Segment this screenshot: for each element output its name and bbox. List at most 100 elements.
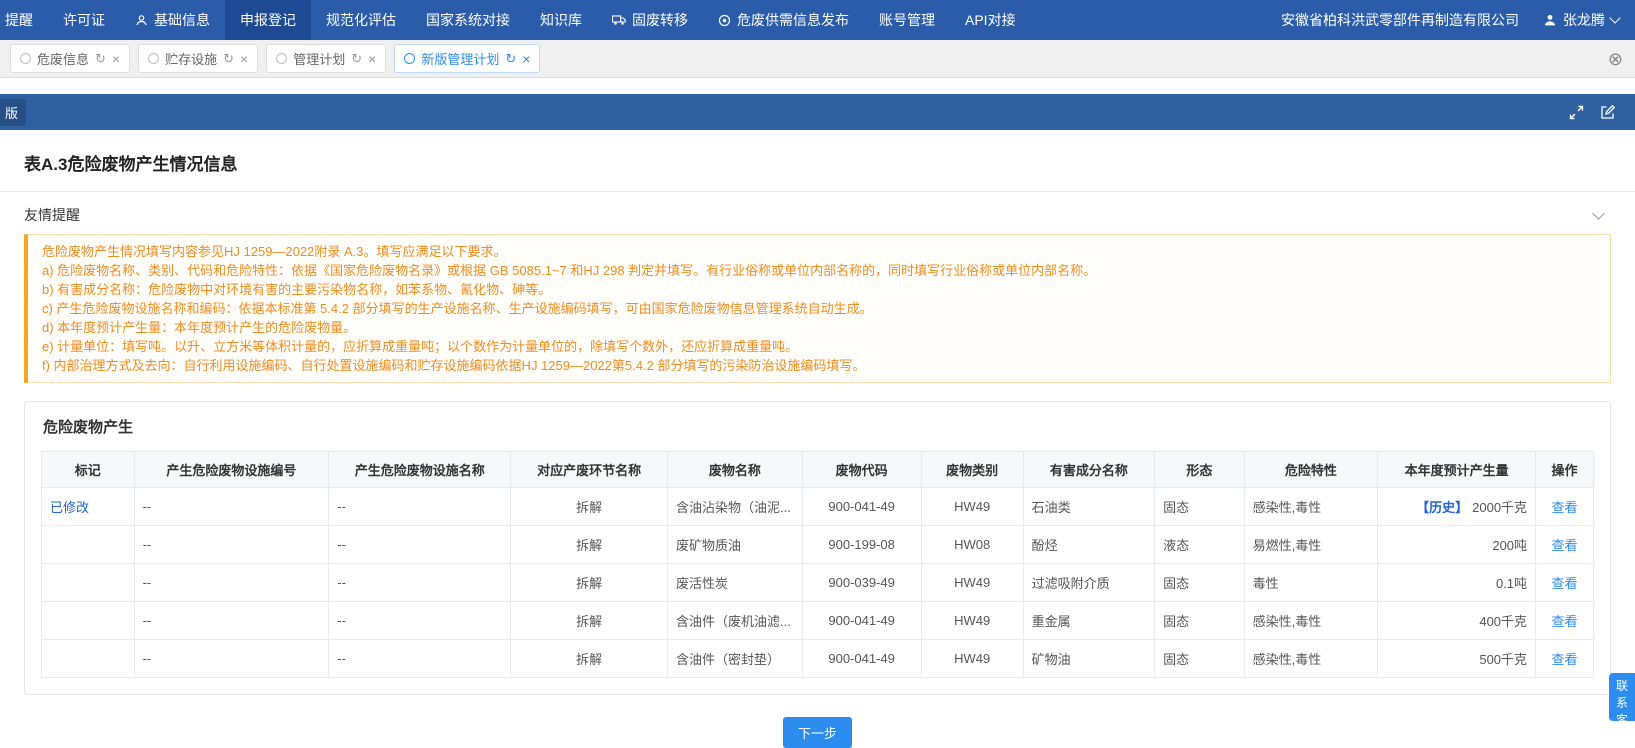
history-link[interactable]: 【历史】 xyxy=(1416,500,1468,515)
cell-hazard: 毒性 xyxy=(1244,564,1378,602)
nav-item-declaration[interactable]: 申报登记 xyxy=(225,0,311,40)
nav-item-label: 国家系统对接 xyxy=(426,10,510,30)
notice-line: e) 计量单位：填写吨。以升、立方米等体积计量的，应折算成重量吨；以个数作为计量… xyxy=(42,337,1596,356)
close-icon[interactable]: × xyxy=(112,52,120,66)
nav-item-reminder[interactable]: 提醒 xyxy=(0,0,48,40)
nav-item-hazwaste-supply-demand[interactable]: 危废供需信息发布 xyxy=(703,0,864,40)
nav-item-label: 危废供需信息发布 xyxy=(737,10,849,30)
refresh-icon[interactable]: ↻ xyxy=(351,52,362,65)
view-link[interactable]: 查看 xyxy=(1552,652,1578,667)
cell-harmful-component: 过滤吸附介质 xyxy=(1023,564,1155,602)
cell-stage: 拆解 xyxy=(511,488,668,526)
notice-header: 友情提醒 xyxy=(0,192,1635,234)
tab-label: 危废信息 xyxy=(37,49,89,68)
close-icon[interactable]: × xyxy=(240,52,248,66)
cell-action: 查看 xyxy=(1536,640,1594,678)
column-header: 有害成分名称 xyxy=(1023,452,1155,488)
notice-title: 友情提醒 xyxy=(24,205,80,225)
nav-item-standardization-assessment[interactable]: 规范化评估 xyxy=(311,0,411,40)
cell-mark xyxy=(42,564,135,602)
notice-line: b) 有害成分名称：危险废物中对环境有害的主要污染物名称，如苯系物、氰化物、砷等… xyxy=(42,280,1596,299)
refresh-icon[interactable]: ↻ xyxy=(95,52,106,65)
next-step-button[interactable]: 下一步 xyxy=(783,717,852,748)
cell-waste-category: HW49 xyxy=(921,640,1023,678)
table-row: -- -- 拆解 含油件（密封垫） 900-041-49 HW49 矿物油 固态… xyxy=(42,640,1594,678)
cell-waste-code: 900-041-49 xyxy=(802,602,921,640)
tab-storage-facility[interactable]: 贮存设施 ↻ × xyxy=(138,44,258,73)
tab-new-management-plan[interactable]: 新版管理计划 ↻ × xyxy=(394,44,540,73)
cell-hazard: 感染性,毒性 xyxy=(1244,488,1378,526)
tab-management-plan[interactable]: 管理计划 ↻ × xyxy=(266,44,386,73)
tab-label: 新版管理计划 xyxy=(421,49,499,68)
cell-harmful-component: 石油类 xyxy=(1023,488,1155,526)
cell-facility-name: -- xyxy=(329,526,511,564)
nav-item-license[interactable]: 许可证 xyxy=(48,0,120,40)
refresh-icon[interactable]: ↻ xyxy=(223,52,234,65)
cell-form: 固态 xyxy=(1155,640,1244,678)
column-header: 本年度预计产生量 xyxy=(1378,452,1536,488)
expand-icon[interactable] xyxy=(1569,105,1584,120)
refresh-icon[interactable]: ↻ xyxy=(505,52,516,65)
close-icon[interactable]: × xyxy=(522,52,530,66)
cell-action: 查看 xyxy=(1536,526,1594,564)
nav-item-api[interactable]: API对接 xyxy=(950,0,1031,40)
nav-item-solid-waste-transfer[interactable]: 固废转移 xyxy=(597,0,703,40)
cell-amount: 200吨 xyxy=(1378,526,1536,564)
table-header-row: 标记 产生危险废物设施编号 产生危险废物设施名称 对应产废环节名称 废物名称 废… xyxy=(42,452,1594,488)
nav-item-label: 申报登记 xyxy=(240,10,296,30)
nav-item-label: 规范化评估 xyxy=(326,10,396,30)
view-link[interactable]: 查看 xyxy=(1552,538,1578,553)
table-row: -- -- 拆解 废矿物质油 900-199-08 HW08 酚烃 液态 易燃性… xyxy=(42,526,1594,564)
nav-item-label: 固废转移 xyxy=(632,10,688,30)
view-link[interactable]: 查看 xyxy=(1552,614,1578,629)
nav-item-account-management[interactable]: 账号管理 xyxy=(864,0,950,40)
user-menu[interactable]: 张龙腾 xyxy=(1543,10,1619,30)
cell-waste-code: 900-041-49 xyxy=(802,488,921,526)
cell-facility-code: -- xyxy=(134,488,329,526)
nav-item-label: 知识库 xyxy=(540,10,582,30)
cell-amount: 400千克 xyxy=(1378,602,1536,640)
column-header: 标记 xyxy=(42,452,135,488)
contact-support-tab[interactable]: 联系客 xyxy=(1609,673,1635,721)
column-header: 废物名称 xyxy=(668,452,803,488)
close-icon[interactable]: × xyxy=(368,52,376,66)
cell-amount: 500千克 xyxy=(1378,640,1536,678)
target-icon xyxy=(718,14,731,27)
cell-waste-category: HW08 xyxy=(921,526,1023,564)
top-nav-right: 安徽省柏科洪武零部件再制造有限公司 张龙腾 xyxy=(1281,0,1635,40)
tab-bar: 危废信息 ↻ × 贮存设施 ↻ × 管理计划 ↻ × 新版管理计划 ↻ × ⊗ xyxy=(0,40,1635,78)
view-link[interactable]: 查看 xyxy=(1552,500,1578,515)
column-header: 形态 xyxy=(1155,452,1244,488)
column-header: 产生危险废物设施编号 xyxy=(134,452,329,488)
cell-action: 查看 xyxy=(1536,488,1594,526)
cell-facility-code: -- xyxy=(134,602,329,640)
column-header: 废物类别 xyxy=(921,452,1023,488)
table-row: -- -- 拆解 含油件（废机油滤... 900-041-49 HW49 重金属… xyxy=(42,602,1594,640)
tab-dot-icon xyxy=(148,53,159,64)
view-link[interactable]: 查看 xyxy=(1552,576,1578,591)
nav-item-basic-info[interactable]: 基础信息 xyxy=(120,0,225,40)
nav-item-label: 许可证 xyxy=(63,10,105,30)
table-row: -- -- 拆解 废活性炭 900-039-49 HW49 过滤吸附介质 固态 … xyxy=(42,564,1594,602)
edit-icon[interactable] xyxy=(1600,105,1615,120)
cell-mark xyxy=(42,526,135,564)
nav-item-national-system[interactable]: 国家系统对接 xyxy=(411,0,525,40)
collapse-chevron-icon[interactable] xyxy=(1592,207,1605,220)
amount-value: 200吨 xyxy=(1492,538,1527,553)
tab-hazwaste-info[interactable]: 危废信息 ↻ × xyxy=(10,44,130,73)
cell-waste-name: 废矿物质油 xyxy=(668,526,803,564)
cell-harmful-component: 酚烃 xyxy=(1023,526,1155,564)
cell-facility-name: -- xyxy=(329,640,511,678)
cell-waste-name: 含油件（废机油滤... xyxy=(668,602,803,640)
chevron-down-icon xyxy=(1609,12,1620,23)
cell-waste-code: 900-041-49 xyxy=(802,640,921,678)
cell-waste-code: 900-199-08 xyxy=(802,526,921,564)
cell-facility-name: -- xyxy=(329,564,511,602)
nav-item-knowledge-base[interactable]: 知识库 xyxy=(525,0,597,40)
user-name: 张龙腾 xyxy=(1563,10,1605,30)
close-all-tabs-icon[interactable]: ⊗ xyxy=(1608,50,1625,68)
cell-facility-name: -- xyxy=(329,488,511,526)
cell-amount: 0.1吨 xyxy=(1378,564,1536,602)
amount-value: 500千克 xyxy=(1479,652,1527,667)
notice-line: a) 危险废物名称、类别、代码和危险特性：依据《国家危险废物名录》或根据 GB … xyxy=(42,261,1596,280)
